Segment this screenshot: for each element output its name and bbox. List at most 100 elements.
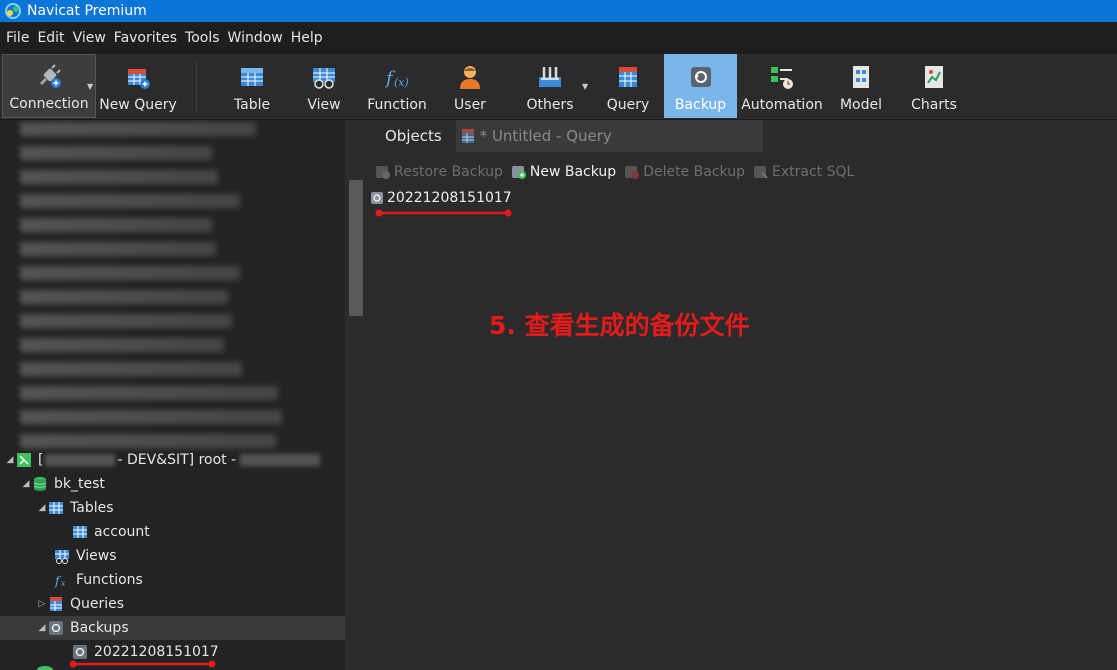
model-button[interactable]: Model — [828, 54, 894, 118]
queries-label: Queries — [70, 596, 125, 612]
backup-item-label: 20221208151017 — [94, 644, 219, 660]
automation-button[interactable]: Automation — [740, 54, 824, 118]
query-icon — [461, 129, 474, 143]
extract-sql-label: Extract SQL — [771, 164, 855, 180]
view-button[interactable]: View — [290, 54, 358, 118]
table-label: Table — [233, 97, 271, 113]
function-icon: f (x) — [384, 68, 409, 89]
menu-bar: File Edit View Favorites Tools Window He… — [0, 22, 1117, 54]
backups-label: Backups — [70, 620, 129, 636]
connection-dropdown-icon[interactable]: ▼ — [87, 82, 93, 91]
backup-icon — [690, 67, 711, 87]
functions-label: Functions — [76, 572, 143, 588]
menu-window[interactable]: Window — [224, 30, 287, 46]
blurred-tree-item — [20, 170, 218, 184]
user-button[interactable]: User — [438, 54, 502, 118]
table-icon — [241, 68, 263, 86]
restore-icon — [376, 166, 390, 179]
database-label: bk_test — [54, 476, 105, 492]
blurred-tree-item — [20, 122, 256, 136]
function-button[interactable]: f (x) Function — [360, 54, 434, 118]
extract-sql-icon — [753, 166, 768, 179]
tab-objects[interactable]: Objects — [371, 120, 456, 152]
table-button[interactable]: Table — [216, 54, 288, 118]
connection-label-mid: - DEV&SIT] root - — [117, 452, 237, 468]
scrollbar-thumb[interactable] — [349, 180, 363, 316]
expand-arrow-icon[interactable]: ▷ — [36, 599, 48, 609]
query-icon — [50, 597, 62, 611]
blurred-tree-item — [20, 290, 228, 304]
restore-backup-button[interactable]: Restore Backup — [375, 164, 503, 180]
others-dropdown-icon[interactable]: ▼ — [582, 82, 588, 91]
blurred-tree-item — [20, 194, 240, 208]
svg-text:(x): (x) — [394, 76, 409, 89]
main-toolbar: Connection ▼ New Query Table View f (x) … — [0, 54, 1117, 120]
tree-table-account[interactable]: account — [0, 520, 345, 544]
tree-tables[interactable]: ◢ Tables — [0, 496, 345, 520]
tree-connection[interactable]: ◢ [ - DEV&SIT] root - — [0, 448, 345, 472]
tree-backups[interactable]: ◢ Backups — [0, 616, 345, 640]
navigation-tree: ◢ [ - DEV&SIT] root - ◢ bk_test ◢ Tables — [0, 120, 345, 670]
charts-icon — [925, 66, 943, 88]
query-icon — [619, 67, 637, 87]
collapse-arrow-icon[interactable]: ◢ — [36, 503, 48, 513]
blurred-host — [240, 454, 321, 466]
backup-file-item[interactable]: 20221208151017 — [371, 188, 512, 208]
others-button[interactable]: Others — [516, 54, 584, 118]
tree-database[interactable]: ◢ bk_test — [0, 472, 345, 496]
collapse-arrow-icon[interactable]: ◢ — [36, 623, 48, 633]
charts-button[interactable]: Charts — [900, 54, 968, 118]
backup-icon — [49, 621, 63, 635]
sidebar-scrollbar[interactable] — [345, 120, 367, 670]
new-backup-button[interactable]: New Backup — [511, 164, 616, 180]
connection-button[interactable]: Connection — [2, 54, 96, 118]
backup-file-icon — [73, 645, 87, 659]
backup-button[interactable]: Backup — [664, 54, 737, 118]
blurred-tree-item — [20, 146, 212, 160]
backup-file-icon — [371, 192, 383, 204]
delete-backup-button[interactable]: Delete Backup — [624, 164, 745, 180]
tree-views[interactable]: Views — [0, 544, 345, 568]
tree-queries[interactable]: ▷ Queries — [0, 592, 345, 616]
tab-untitled-query[interactable]: * Untitled - Query — [456, 120, 626, 152]
table-icon — [73, 526, 87, 538]
new-query-button[interactable]: New Query — [98, 54, 178, 118]
backup-file-name: 20221208151017 — [387, 190, 512, 206]
view-icon — [55, 550, 69, 564]
new-query-label: New Query — [99, 97, 177, 113]
step-annotation: 5. 查看生成的备份文件 — [489, 311, 750, 340]
svg-text:x: x — [61, 579, 66, 588]
menu-favorites[interactable]: Favorites — [110, 30, 181, 46]
function-icon: f x — [54, 574, 66, 588]
charts-label: Charts — [911, 97, 957, 113]
blurred-tree-item — [20, 266, 240, 280]
collapse-arrow-icon[interactable]: ◢ — [4, 455, 16, 465]
query-button[interactable]: Query — [596, 54, 660, 118]
function-label: Function — [367, 97, 427, 113]
delete-backup-label: Delete Backup — [643, 164, 745, 180]
menu-tools[interactable]: Tools — [181, 30, 224, 46]
database-icon — [33, 477, 47, 491]
toolbar-separator — [196, 60, 197, 112]
tab-bar: Objects * Untitled - Query — [371, 120, 763, 152]
menu-file[interactable]: File — [2, 30, 33, 46]
automation-label: Automation — [741, 97, 823, 113]
navicat-logo-icon — [5, 3, 21, 19]
others-label: Others — [526, 97, 574, 113]
collapse-arrow-icon[interactable]: ◢ — [20, 479, 32, 489]
new-backup-label: New Backup — [529, 164, 617, 180]
blurred-tree-item — [20, 218, 212, 232]
tree-functions[interactable]: f x Functions — [0, 568, 345, 592]
menu-edit[interactable]: Edit — [33, 30, 68, 46]
view-label: View — [307, 97, 341, 113]
user-icon — [460, 66, 480, 89]
menu-help[interactable]: Help — [287, 30, 327, 46]
object-toolbar: Restore Backup New Backup Delete Backup … — [371, 160, 862, 184]
connection-icon — [17, 453, 31, 467]
model-label: Model — [839, 97, 883, 113]
backup-label: Backup — [674, 97, 727, 113]
query-label: Query — [606, 97, 650, 113]
menu-view[interactable]: View — [69, 30, 110, 46]
tab-query-label: * Untitled - Query — [479, 127, 612, 145]
extract-sql-button[interactable]: Extract SQL — [753, 164, 854, 180]
